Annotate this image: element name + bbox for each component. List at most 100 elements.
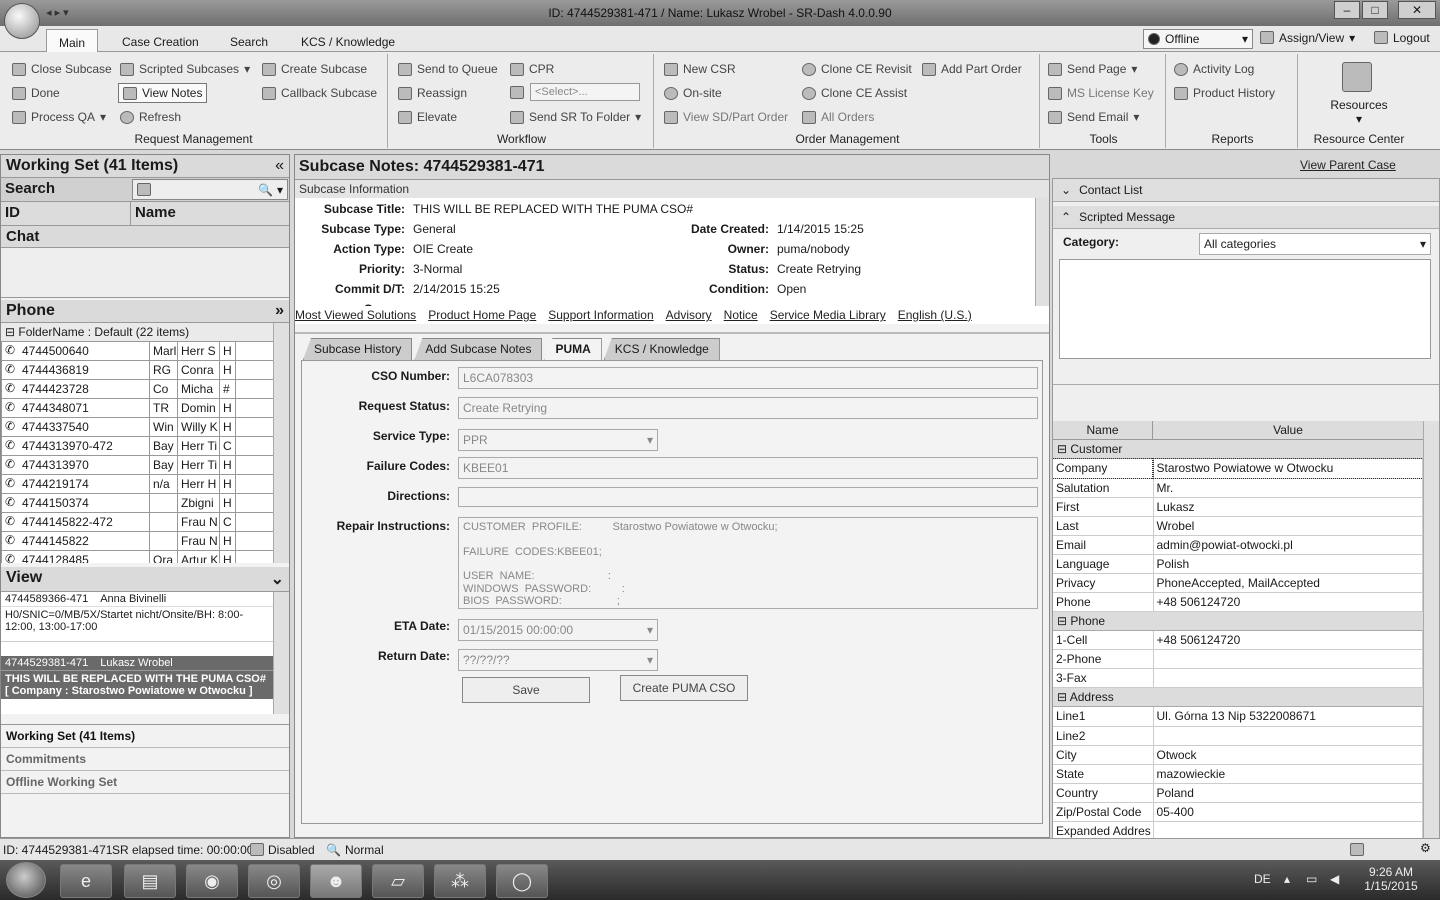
scripted-subcases-button[interactable]: Scripted Subcases ▾ — [120, 62, 250, 76]
phone-row[interactable]: 4744145822 ✆ Frau NH — [1, 531, 274, 551]
property-value[interactable]: Otwock — [1153, 745, 1423, 765]
col-name[interactable]: Name — [1053, 421, 1153, 439]
property-row[interactable]: 2-Phone — [1053, 649, 1423, 669]
quick-access-toolbar[interactable]: ◂ ▸ ▾ — [46, 6, 69, 19]
close-subcase-button[interactable]: Close Subcase — [12, 62, 112, 76]
phone-scrollbar[interactable] — [273, 323, 289, 563]
phone-row[interactable]: 4744337540 ✆ Win Willy KH — [1, 417, 274, 437]
phone-row[interactable]: 4744423728 ✆ Co Micha # — [1, 379, 274, 399]
clone-ce-revisit-button[interactable]: Clone CE Revisit — [802, 62, 912, 76]
status-normal[interactable]: 🔍 Normal — [326, 843, 384, 857]
close-button[interactable]: ✕ — [1398, 1, 1436, 19]
clone-ce-assist-button[interactable]: Clone CE Assist — [802, 86, 907, 100]
cso-number-field[interactable]: L6CA078303 — [458, 367, 1038, 389]
phone-row[interactable]: 4744128485 ✆ Ora Artur KH — [1, 550, 274, 563]
save-button[interactable]: Save — [462, 677, 590, 703]
property-group-header[interactable]: ⊟ Address — [1053, 688, 1423, 707]
workflow-select[interactable]: <Select>... — [530, 83, 640, 101]
col-name[interactable]: Name — [131, 202, 180, 225]
col-value[interactable]: Value — [1153, 421, 1423, 439]
property-value[interactable]: PhoneAccepted, MailAccepted — [1153, 573, 1423, 593]
volume-icon[interactable]: ◀ — [1330, 872, 1339, 886]
property-row[interactable]: State mazowieckie — [1053, 764, 1423, 784]
tray-expand-icon[interactable]: ▴ — [1284, 872, 1290, 886]
chrome-icon[interactable]: ◎ — [248, 864, 300, 898]
cpr-button[interactable]: CPR — [510, 62, 554, 76]
info-link[interactable]: Product Home Page — [428, 308, 536, 322]
language-indicator[interactable]: DE — [1254, 872, 1271, 886]
property-row[interactable]: Line1 Ul. Górna 13 Nip 5322008671 — [1053, 707, 1423, 727]
view-notes-button[interactable]: View Notes — [118, 83, 208, 103]
property-row[interactable]: Email admin@powiat-otwocki.pl — [1053, 535, 1423, 555]
view-item-selected[interactable]: 4744529381-471 Lukasz Wrobel THIS WILL BE… — [1, 656, 273, 699]
property-value[interactable] — [1153, 668, 1423, 688]
gear-icon[interactable]: ⚙ — [1420, 841, 1431, 855]
phone-row[interactable]: 4744313970 ✆ Bay Herr Ti H — [1, 455, 274, 475]
property-row[interactable]: City Otwock — [1053, 745, 1423, 765]
property-value[interactable]: Starostwo Powiatowe w Otwocku — [1152, 458, 1423, 479]
property-row[interactable]: First Lukasz — [1053, 497, 1423, 517]
search-input[interactable]: 🔍 ▾ — [132, 179, 288, 200]
property-value[interactable] — [1153, 726, 1423, 746]
phone-row[interactable]: 4744145822-472 ✆ Frau NC — [1, 512, 274, 532]
status-disabled[interactable]: Disabled — [250, 843, 315, 857]
property-value[interactable]: admin@powiat-otwocki.pl — [1153, 535, 1423, 555]
info-link[interactable]: Most Viewed Solutions — [295, 308, 416, 322]
property-value[interactable]: Ul. Górna 13 Nip 5322008671 — [1153, 707, 1423, 727]
property-value[interactable]: Wrobel — [1153, 516, 1423, 536]
collapse-button[interactable]: « — [275, 157, 284, 175]
nav-commitments[interactable]: Commitments — [1, 748, 289, 771]
contact-list-header[interactable]: ⌄ Contact List — [1053, 179, 1439, 202]
category-select[interactable]: All categories ▾ — [1199, 233, 1431, 255]
request-status-field[interactable]: Create Retrying — [458, 397, 1038, 419]
on-site-button[interactable]: On-site — [664, 86, 722, 100]
dots-app-icon[interactable]: ⁂ — [434, 864, 486, 898]
return-date-picker[interactable]: ??/??/?? ▾ — [458, 649, 658, 671]
repair-instructions-field[interactable]: CUSTOMER PROFILE: Starostwo Powiatowe w … — [458, 517, 1038, 609]
app-menu-orb[interactable] — [4, 3, 40, 39]
view-item[interactable]: 4744589366-471 Anna Bivinelli H0/SNIC=0/M… — [1, 592, 273, 642]
service-type-select[interactable]: PPR ▾ — [458, 429, 658, 451]
chevron-down-icon[interactable]: ⌄ — [271, 569, 284, 589]
maximize-button[interactable]: □ — [1362, 1, 1388, 19]
phone-row[interactable]: 4744500640 ✆ Marl Herr SH — [1, 341, 274, 361]
property-value[interactable]: +48 506124720 — [1153, 592, 1423, 612]
property-row[interactable]: 1-Cell +48 506124720 — [1053, 630, 1423, 650]
ms-license-key-button[interactable]: MS License Key — [1048, 86, 1154, 100]
directions-field[interactable] — [458, 487, 1038, 507]
chat-header[interactable]: Chat — [1, 226, 289, 248]
property-value[interactable]: 05-400 — [1153, 802, 1423, 822]
send-page-button[interactable]: Send Page ▾ — [1048, 62, 1137, 76]
property-group-header[interactable]: ⊟ Phone — [1053, 611, 1423, 631]
col-id[interactable]: ID — [1, 202, 131, 225]
property-scrollbar[interactable] — [1423, 421, 1439, 887]
resources-button[interactable]: Resources ▾ — [1300, 98, 1418, 126]
failure-codes-field[interactable]: KBEE01 — [458, 457, 1038, 479]
view-parent-case-link[interactable]: View Parent Case — [1300, 158, 1396, 172]
assign-view-button[interactable]: Assign/View ▾ — [1260, 31, 1355, 45]
property-row[interactable]: Language Polish — [1053, 554, 1423, 574]
info-scrollbar[interactable] — [1035, 198, 1049, 306]
create-subcase-button[interactable]: Create Subcase — [262, 62, 367, 76]
new-csr-button[interactable]: New CSR — [664, 62, 736, 76]
phone-row[interactable]: 4744348071 ✆ TR Domin H — [1, 398, 274, 418]
info-link[interactable]: Support Information — [548, 308, 653, 322]
property-row[interactable]: Salutation Mr. — [1053, 478, 1423, 498]
property-value[interactable]: +48 506124720 — [1153, 630, 1423, 650]
notes-app-icon[interactable]: ▱ — [372, 864, 424, 898]
property-group-header[interactable]: ⊟ Customer — [1053, 440, 1423, 459]
property-value[interactable]: Mr. — [1153, 478, 1423, 498]
layout-icon[interactable] — [1350, 843, 1364, 856]
scripted-message-text[interactable] — [1059, 259, 1431, 359]
explorer-icon[interactable]: ▤ — [124, 864, 176, 898]
property-row[interactable]: Country Poland — [1053, 783, 1423, 803]
ie-icon[interactable]: e — [60, 864, 112, 898]
phone-row[interactable]: 4744313970-472 ✆ Bay Herr Ti C — [1, 436, 274, 456]
done-button[interactable]: Done — [12, 86, 60, 100]
property-row[interactable]: 3-Fax — [1053, 668, 1423, 688]
send-sr-to-folder-button[interactable]: Send SR To Folder ▾ — [510, 110, 641, 124]
reassign-button[interactable]: Reassign — [398, 86, 467, 100]
property-value[interactable]: Polish — [1153, 554, 1423, 574]
scripted-message-header[interactable]: ⌃ Scripted Message — [1053, 206, 1439, 229]
info-link[interactable]: Advisory — [666, 308, 712, 322]
